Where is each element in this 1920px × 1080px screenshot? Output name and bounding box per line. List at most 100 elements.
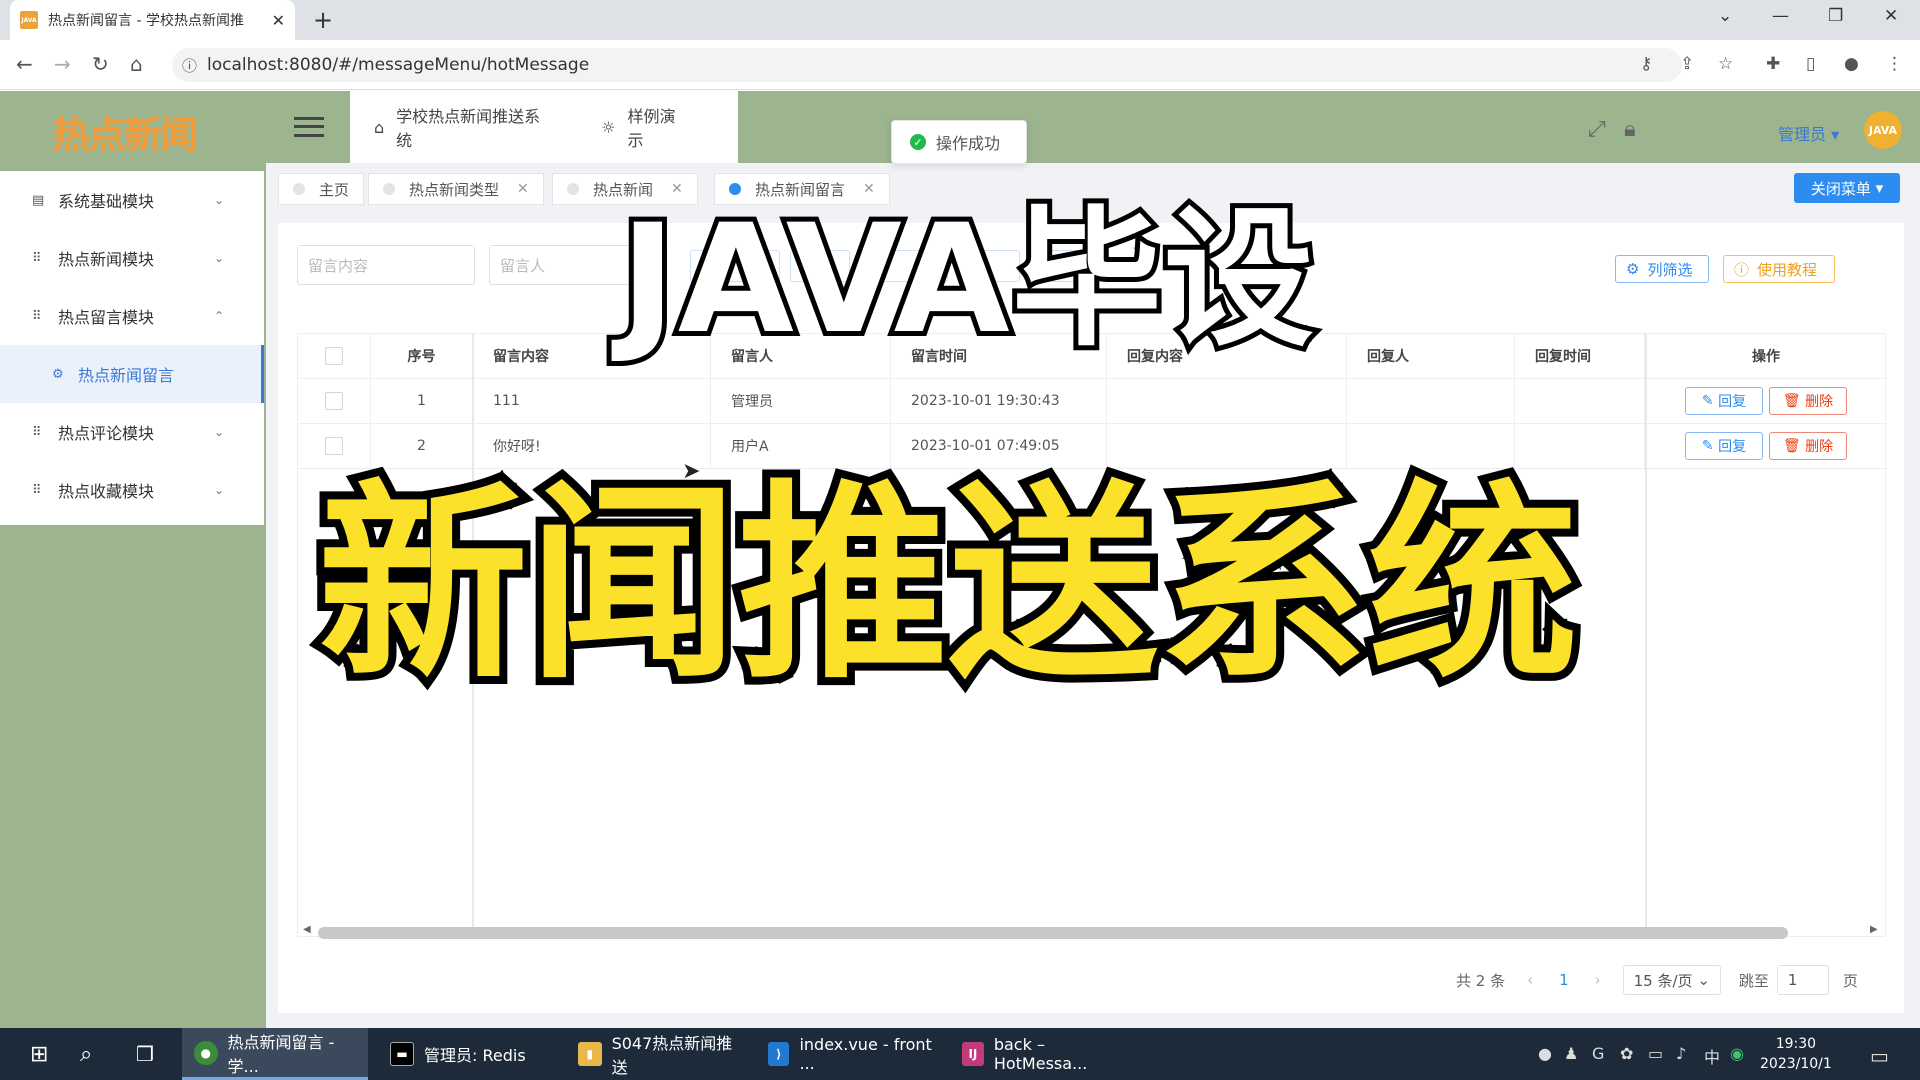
avatar[interactable]: JAVA bbox=[1864, 111, 1902, 149]
menu-dots-icon[interactable]: ⋮ bbox=[1886, 54, 1903, 74]
grid-icon: ⠿ bbox=[32, 250, 42, 266]
notification-icon[interactable]: ▭ bbox=[1870, 1044, 1889, 1068]
tray-ime[interactable]: 中 bbox=[1704, 1044, 1720, 1068]
extensions-icon[interactable]: ✚ bbox=[1766, 54, 1780, 74]
windows-taskbar: ⊞ ⌕ ❒ ● 热点新闻留言 - 学... ▬ 管理员: Redis ▮ S047热点… bbox=[0, 1028, 1920, 1080]
star-icon[interactable]: ☆ bbox=[1718, 54, 1733, 74]
sidepanel-icon[interactable]: ▯ bbox=[1806, 54, 1815, 74]
delete-button[interactable]: 🗑︎ 删除 bbox=[1769, 432, 1847, 460]
tab-search-icon[interactable]: ⌄ bbox=[1718, 6, 1732, 26]
address-bar[interactable]: ⓘ localhost:8080/#/messageMenu/hotMessag… bbox=[172, 48, 1682, 82]
cell-time: 2023-10-01 19:30:43 bbox=[891, 379, 1107, 423]
reply-button[interactable]: ✎ 回复 bbox=[1685, 387, 1763, 415]
browser-toolbar: ← → ↻ ⌂ ⓘ localhost:8080/#/messageMenu/h… bbox=[0, 40, 1920, 90]
taskbar-item-redis[interactable]: ▬ 管理员: Redis bbox=[378, 1028, 548, 1080]
tab-home[interactable]: 主页 bbox=[278, 173, 365, 205]
scroll-right-icon[interactable]: ▶ bbox=[1870, 924, 1878, 935]
home-icon[interactable]: ⌂ bbox=[130, 52, 143, 76]
total-count: 共 2 条 bbox=[1456, 971, 1506, 990]
cell-replier bbox=[1347, 379, 1515, 423]
tab-news-type[interactable]: 热点新闻类型 ✕ bbox=[368, 173, 544, 205]
scroll-left-icon[interactable]: ◀ bbox=[303, 924, 311, 935]
new-tab-icon[interactable]: + bbox=[313, 6, 333, 34]
delete-button[interactable]: 🗑︎ 删除 bbox=[1769, 387, 1847, 415]
sidebar-item-comments[interactable]: ⠿ 热点评论模块 ⌄ bbox=[0, 403, 264, 461]
cell-no: 1 bbox=[371, 379, 473, 423]
table-row: 1 111 管理员 2023-10-01 19:30:43 ✎ 回复 🗑︎ 删除 bbox=[298, 379, 1887, 424]
taskbar-item-idea[interactable]: IJ back – HotMessa... bbox=[950, 1028, 1130, 1080]
row-checkbox[interactable] bbox=[325, 392, 343, 410]
tray-network-icon[interactable]: ▭ bbox=[1648, 1044, 1663, 1063]
tray-record-icon[interactable]: ● bbox=[1538, 1044, 1552, 1063]
grid-icon: ⠿ bbox=[32, 308, 42, 324]
close-tab-icon[interactable]: ✕ bbox=[272, 11, 285, 30]
help-icon: ⓘ bbox=[1734, 260, 1750, 279]
key-icon[interactable]: ⚷ bbox=[1640, 54, 1652, 74]
grid-icon: ⠿ bbox=[32, 424, 42, 440]
prev-page-icon[interactable]: ‹ bbox=[1527, 971, 1533, 989]
hamburger-menu-icon[interactable] bbox=[294, 117, 324, 137]
tray-qq-icon[interactable]: ♟ bbox=[1564, 1044, 1578, 1063]
reload-icon[interactable]: ↻ bbox=[92, 52, 109, 76]
minimize-icon[interactable]: — bbox=[1772, 6, 1789, 26]
favicon-icon: JAVA bbox=[20, 11, 38, 29]
info-icon[interactable]: ⓘ bbox=[182, 55, 197, 76]
app-logo: 热点新闻 bbox=[52, 111, 198, 157]
current-page[interactable]: 1 bbox=[1559, 971, 1569, 989]
goto-input[interactable]: 1 bbox=[1776, 965, 1829, 995]
column-filter-button[interactable]: ⚙ 列筛选 bbox=[1615, 255, 1709, 283]
tray-security-icon[interactable]: ◉ bbox=[1730, 1044, 1744, 1063]
folder-icon: ▮ bbox=[578, 1042, 602, 1066]
search-icon[interactable]: ⌕ bbox=[68, 1028, 92, 1080]
chrome-icon: ● bbox=[194, 1040, 218, 1065]
taskbar-item-vscode[interactable]: ⟩ index.vue - front ... bbox=[756, 1028, 936, 1080]
select-all-checkbox[interactable] bbox=[325, 347, 343, 365]
task-view-icon[interactable]: ❒ bbox=[124, 1028, 154, 1080]
tutorial-button[interactable]: ⓘ 使用教程 bbox=[1723, 255, 1835, 283]
profile-icon[interactable]: ● bbox=[1844, 54, 1859, 74]
taskbar-item-folder[interactable]: ▮ S047热点新闻推送 bbox=[566, 1028, 746, 1080]
sidebar: ▤ 系统基础模块 ⌄ ⠿ 热点新闻模块 ⌄ ⠿ 热点留言模块 ⌃ ⚙ 热点新闻留言 ⠿ 热点评论… bbox=[0, 171, 264, 525]
cell-ops: ✎ 回复 🗑︎ 删除 bbox=[1645, 424, 1887, 468]
logo-area: 热点新闻 bbox=[0, 91, 266, 171]
demo-link[interactable]: ☼ 样例演示 bbox=[601, 103, 690, 151]
idea-icon: IJ bbox=[962, 1042, 984, 1066]
row-checkbox[interactable] bbox=[325, 437, 343, 455]
back-icon[interactable]: ← bbox=[16, 52, 33, 76]
sidebar-item-system[interactable]: ▤ 系统基础模块 ⌄ bbox=[0, 171, 264, 229]
share-icon[interactable]: ⇪ bbox=[1680, 54, 1694, 74]
overlay-title-main: 新闻推送系统 bbox=[310, 462, 1586, 707]
taskbar-item-chrome[interactable]: ● 热点新闻留言 - 学... bbox=[182, 1028, 368, 1080]
next-page-icon[interactable]: › bbox=[1595, 971, 1601, 989]
lock-icon[interactable]: 🔒︎ bbox=[1624, 117, 1636, 142]
page-size-select[interactable]: 15 条/页 ⌄ bbox=[1622, 965, 1721, 995]
sidebar-item-messages[interactable]: ⠿ 热点留言模块 ⌃ bbox=[0, 287, 264, 345]
close-icon[interactable]: ✕ bbox=[517, 181, 529, 197]
system-link[interactable]: ⌂ 学校热点新闻推送系统 bbox=[374, 103, 553, 151]
windows-start-icon[interactable]: ⊞ bbox=[18, 1028, 48, 1080]
sun-icon: ☼ bbox=[601, 117, 616, 137]
reply-button[interactable]: ✎ 回复 bbox=[1685, 432, 1763, 460]
page-unit: 页 bbox=[1842, 971, 1858, 990]
tab-dot-icon bbox=[383, 183, 395, 195]
chevron-down-icon: ⌄ bbox=[213, 483, 224, 497]
admin-dropdown[interactable]: 管理员 ▾ bbox=[1778, 121, 1839, 145]
forward-icon[interactable]: → bbox=[54, 52, 71, 76]
sidebar-item-news[interactable]: ⠿ 热点新闻模块 ⌄ bbox=[0, 229, 264, 287]
tray-g-icon[interactable]: G bbox=[1592, 1044, 1604, 1063]
close-window-icon[interactable]: ✕ bbox=[1884, 6, 1898, 26]
app-topbar: ⌂ 学校热点新闻推送系统 ☼ 样例演示 ⤢ 🔒︎ 管理员 ▾ JAVA bbox=[266, 91, 1920, 163]
topbar-links: ⌂ 学校热点新闻推送系统 ☼ 样例演示 bbox=[350, 91, 738, 163]
fullscreen-icon[interactable]: ⤢ bbox=[1588, 117, 1606, 142]
taskbar-clock[interactable]: 19:30 2023/10/1 bbox=[1760, 1034, 1832, 1074]
content-search-input[interactable]: 留言内容 bbox=[297, 245, 475, 285]
sidebar-item-favorites[interactable]: ⠿ 热点收藏模块 ⌄ bbox=[0, 461, 264, 519]
sidebar-item-hot-message[interactable]: ⚙ 热点新闻留言 bbox=[0, 345, 264, 403]
tray-app-icon[interactable]: ✿ bbox=[1620, 1044, 1633, 1063]
terminal-icon: ▬ bbox=[390, 1042, 414, 1066]
tray-volume-icon[interactable]: ♪ bbox=[1676, 1044, 1686, 1063]
horizontal-scrollbar[interactable] bbox=[318, 927, 1788, 939]
close-menu-button[interactable]: 关闭菜单 ▾ bbox=[1794, 173, 1900, 203]
browser-tab[interactable]: JAVA 热点新闻留言 - 学校热点新闻推 ✕ bbox=[10, 0, 295, 40]
restore-icon[interactable]: ❐ bbox=[1828, 6, 1843, 26]
